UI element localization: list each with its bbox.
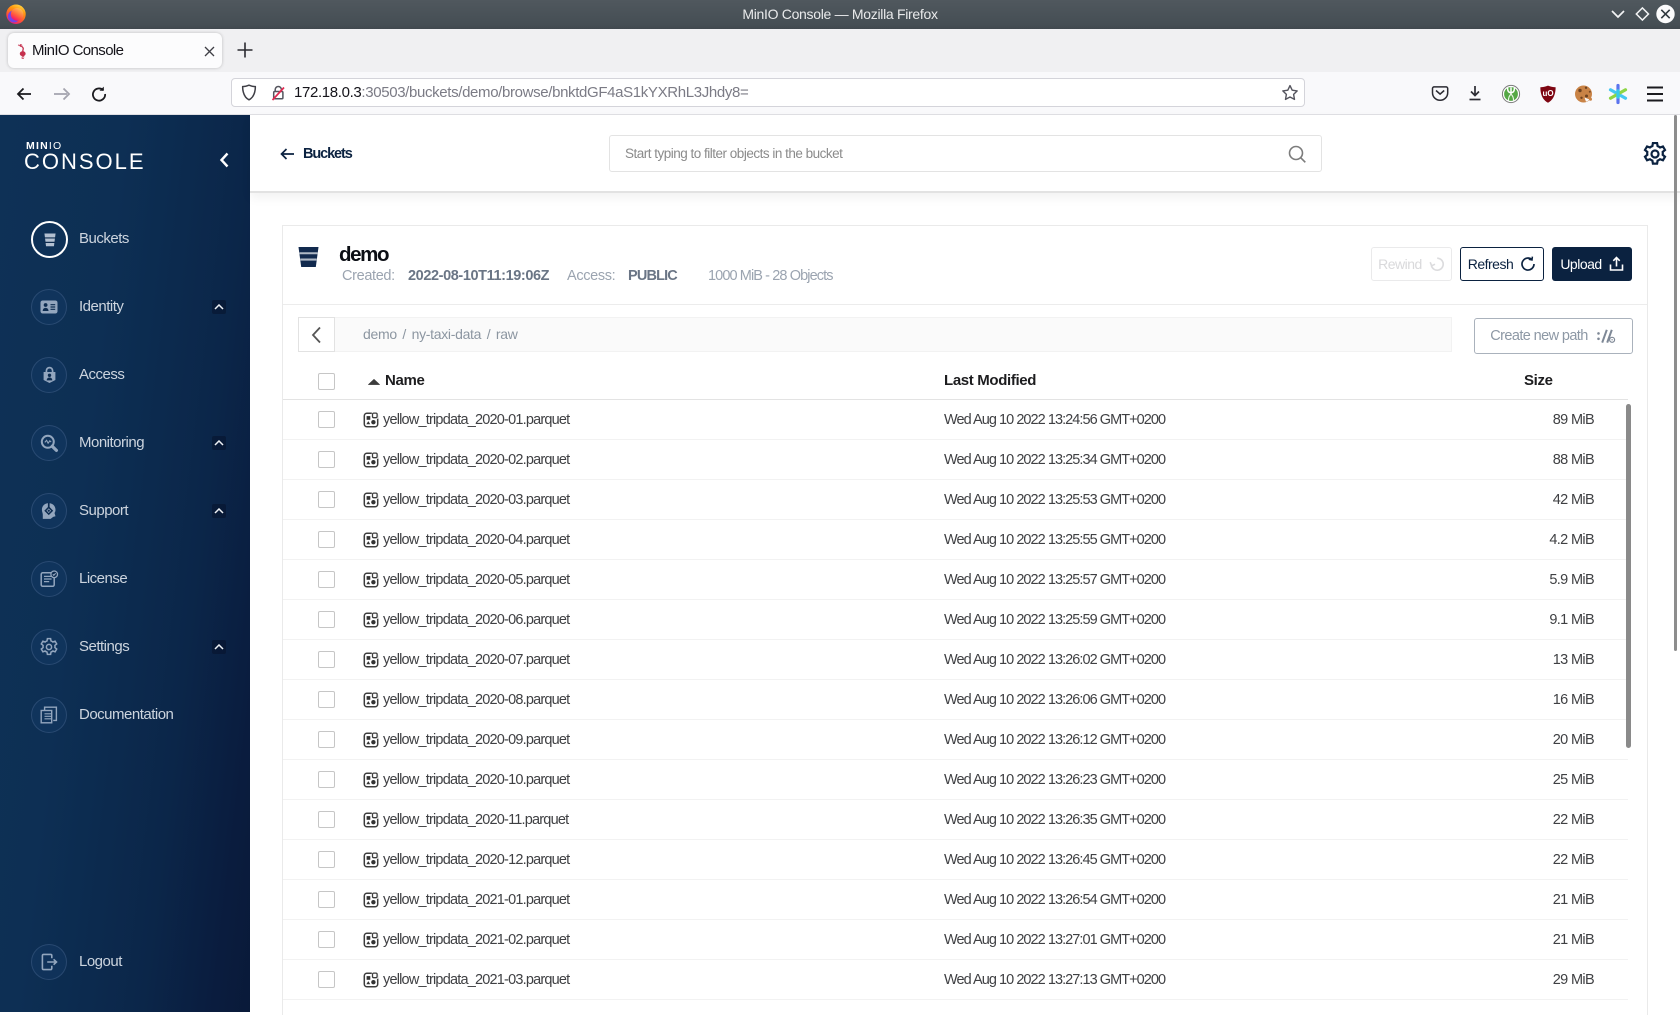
svg-text:uO: uO <box>1542 89 1553 98</box>
